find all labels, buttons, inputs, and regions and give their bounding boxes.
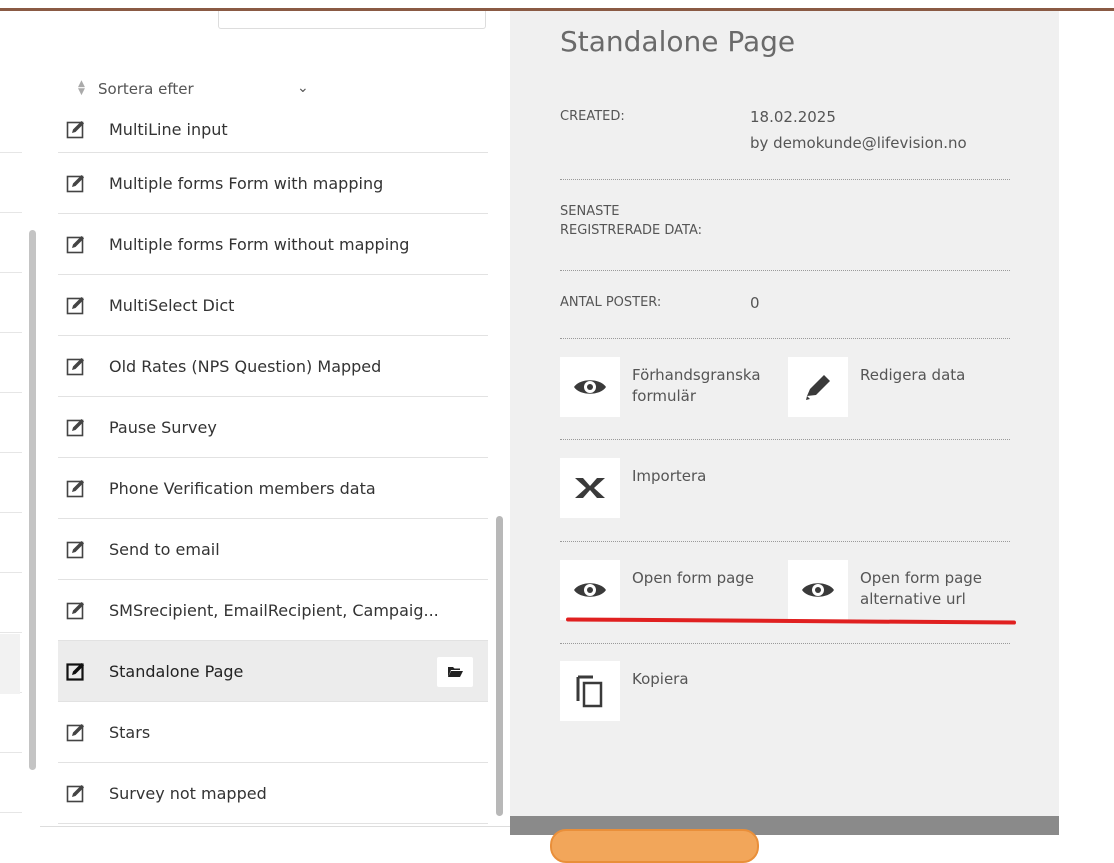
list-item-label: SMSrecipient, EmailRecipient, Campaig... [109, 600, 439, 620]
count-value: 0 [750, 294, 760, 312]
list-item-label: Old Rates (NPS Question) Mapped [109, 356, 382, 376]
left-scrollbar[interactable] [29, 230, 36, 770]
left-column-highlight [0, 634, 20, 694]
created-date: 18.02.2025 [750, 108, 836, 126]
last-registered-label-1: SENASTE [560, 204, 620, 219]
created-by: by demokunde@lifevision.no [750, 134, 967, 152]
edit-icon[interactable] [66, 722, 86, 742]
count-label: ANTAL POSTER: [560, 295, 662, 310]
preview-label-1: Förhandsgranska [632, 366, 761, 384]
search-input[interactable] [218, 11, 486, 29]
list-item[interactable]: Stars [58, 702, 488, 763]
list-item[interactable]: Old Rates (NPS Question) Mapped [58, 336, 488, 397]
created-label: CREATED: [560, 109, 625, 124]
list-item-label: Send to email [109, 539, 220, 559]
copy-icon [576, 675, 603, 708]
open-form-page-button[interactable]: Open form page [560, 560, 754, 620]
divider [560, 643, 1010, 644]
list-item-label: Standalone Page [109, 661, 244, 681]
list-item-label: Phone Verification members data [109, 478, 376, 498]
list-item-label: MultiLine input [109, 119, 228, 139]
preview-label-2: formulär [632, 387, 697, 405]
list-item-label: Multiple forms Form with mapping [109, 173, 384, 193]
folder-button[interactable] [437, 657, 473, 687]
divider [560, 338, 1010, 339]
divider [560, 270, 1010, 271]
open-form-alt-label-1: Open form page [860, 569, 983, 587]
list-item-label: MultiSelect Dict [109, 295, 235, 315]
eye-icon [574, 583, 606, 597]
edit-data-label: Redigera data [860, 366, 966, 384]
divider [560, 541, 1010, 542]
list-item[interactable]: MultiSelect Dict [58, 275, 488, 336]
form-list: MultiLine input Multiple forms Form with … [58, 116, 488, 826]
last-registered-label-2: REGISTRERADE DATA: [560, 223, 702, 238]
list-item[interactable]: MultiLine input [58, 116, 488, 153]
edit-icon[interactable] [66, 783, 86, 803]
list-item[interactable]: Phone Verification members data [58, 458, 488, 519]
copy-label: Kopiera [632, 670, 689, 688]
edit-icon[interactable] [66, 173, 86, 193]
edit-icon[interactable] [66, 661, 86, 681]
folder-open-icon [448, 667, 463, 677]
import-button[interactable]: Importera [560, 458, 706, 518]
excel-icon [575, 478, 605, 498]
list-item[interactable]: Pause Survey [58, 397, 488, 458]
list-item-label: Stars [109, 722, 151, 742]
list-item-label: Multiple forms Form without mapping [109, 234, 410, 254]
pencil-icon [806, 375, 830, 400]
open-form-page-label: Open form page [632, 569, 755, 587]
sort-dropdown[interactable]: ▲ ▼ Sortera efter ⌄ [40, 66, 510, 116]
page-title: Standalone Page [560, 25, 796, 58]
edit-icon[interactable] [66, 119, 86, 139]
list-item-label: Pause Survey [109, 417, 217, 437]
import-label: Importera [632, 467, 707, 485]
form-list-panel: ▲ ▼ Sortera efter ⌄ MultiLine input Multip… [40, 66, 510, 826]
copy-button[interactable]: Kopiera [560, 661, 689, 721]
preview-form-button[interactable]: Förhandsgranska formulär [560, 357, 761, 417]
list-item[interactable]: Send to email [58, 519, 488, 580]
list-item[interactable]: SMSrecipient, EmailRecipient, Campaig... [58, 580, 488, 641]
list-bottom-border [40, 826, 510, 827]
chevron-down-icon: ⌄ [297, 80, 309, 96]
edit-data-button[interactable]: Redigera data [788, 357, 965, 417]
eye-icon [802, 583, 834, 597]
open-form-page-alt-button[interactable]: Open form page alternative url [788, 560, 982, 620]
edit-icon[interactable] [66, 417, 86, 437]
edit-icon[interactable] [66, 234, 86, 254]
open-form-alt-label-2: alternative url [860, 590, 966, 608]
edit-icon[interactable] [66, 539, 86, 559]
list-scrollbar[interactable] [496, 516, 503, 816]
list-item[interactable]: Survey not mapped [58, 763, 488, 824]
edit-icon[interactable] [66, 295, 86, 315]
sort-arrows-icon: ▲ ▼ [78, 79, 85, 97]
edit-icon[interactable] [66, 600, 86, 620]
divider [560, 179, 1010, 180]
list-item[interactable]: Multiple forms Form without mapping [58, 214, 488, 275]
detail-panel: Standalone Page CREATED: 18.02.2025 by d… [510, 11, 1059, 863]
footer-action-button[interactable] [550, 829, 759, 863]
edit-icon[interactable] [66, 356, 86, 376]
edit-icon[interactable] [66, 478, 86, 498]
eye-icon [574, 380, 606, 394]
list-item-label: Survey not mapped [109, 783, 267, 803]
right-margin [1059, 11, 1114, 835]
list-item[interactable]: Multiple forms Form with mapping [58, 153, 488, 214]
sort-label: Sortera efter [98, 80, 194, 98]
divider [560, 439, 1010, 440]
list-item[interactable]: Standalone Page [58, 641, 488, 702]
